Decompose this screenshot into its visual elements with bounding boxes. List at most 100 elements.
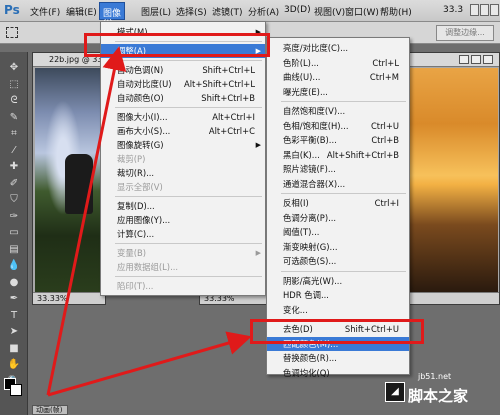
menu-item[interactable]: 色调分离(P)...	[267, 211, 409, 225]
menu-item[interactable]: 色调均化(Q)	[267, 366, 409, 380]
eyedropper-icon[interactable]: ⁄	[6, 143, 22, 158]
close-icon[interactable]	[490, 4, 499, 16]
menu-item[interactable]: 复制(D)...	[101, 199, 265, 213]
menu-item-label: 显示全部(V)	[117, 182, 163, 192]
menu-item-label: 应用数据组(L)...	[117, 262, 179, 272]
menu-select[interactable]: 选择(S)	[176, 5, 207, 18]
lasso-icon[interactable]: ᘓ	[6, 93, 22, 108]
menu-item-label: 曝光度(E)...	[283, 86, 328, 97]
menu-view[interactable]: 视图(V)	[314, 5, 345, 18]
menu-item[interactable]: 色阶(L)... Ctrl+L	[267, 56, 409, 70]
tools-panel: ✥⬚ᘓ✎⌗⁄✚✐⛉✑▭▤💧●✒T➤■✋🔍	[0, 52, 28, 415]
doc-close-icon[interactable]	[483, 55, 493, 64]
menu-item[interactable]: 替换颜色(R)...	[267, 351, 409, 365]
menu-layer[interactable]: 图层(L)	[141, 5, 171, 18]
menu-item[interactable]: 裁切(R)...	[101, 166, 265, 180]
type-icon[interactable]: T	[6, 308, 22, 323]
menu-separator	[115, 243, 262, 244]
history-brush-icon[interactable]: ✑	[6, 209, 22, 224]
menu-item[interactable]: 自然饱和度(V)...	[267, 104, 409, 118]
hand-icon[interactable]: ✋	[6, 357, 22, 372]
dodge-icon[interactable]: ●	[6, 275, 22, 290]
menu-file[interactable]: 文件(F)	[30, 5, 60, 18]
menu-item-shortcut: Alt+Ctrl+I	[212, 112, 255, 122]
gradient-icon[interactable]: ▤	[6, 242, 22, 257]
menu-item[interactable]: 自动对比度(U) Alt+Shift+Ctrl+L	[101, 77, 265, 91]
zoom-readout[interactable]: 33.3	[443, 5, 463, 15]
minimize-icon[interactable]	[470, 4, 479, 16]
photoshop-window: Ps 文件(F) 编辑(E) 图像(I) 图层(L) 选择(S) 滤镜(T) 分…	[0, 0, 500, 415]
menu-item[interactable]: 可选颜色(S)...	[267, 254, 409, 268]
menu-item[interactable]: 图像大小(I)... Alt+Ctrl+I	[101, 110, 265, 124]
menu-item-label: 自动颜色(O)	[117, 93, 164, 103]
menu-item[interactable]: 画布大小(S)... Alt+Ctrl+C	[101, 124, 265, 138]
menu-item-shortcut: Ctrl+M	[369, 72, 399, 82]
menu-item[interactable]: 曝光度(E)...	[267, 85, 409, 99]
menu-3d[interactable]: 3D(D)	[284, 5, 311, 15]
menu-item[interactable]: 图像旋转(G) ▶	[101, 138, 265, 152]
menu-item[interactable]: 色相/饱和度(H)... Ctrl+U	[267, 119, 409, 133]
doc-maximize-icon[interactable]	[471, 55, 481, 64]
menu-separator	[281, 193, 406, 194]
pen-icon[interactable]: ✒	[6, 291, 22, 306]
menu-separator	[115, 276, 262, 277]
menu-window[interactable]: 窗口(W)	[345, 5, 379, 18]
maximize-icon[interactable]	[480, 4, 489, 16]
doc-minimize-icon[interactable]	[459, 55, 469, 64]
menu-item[interactable]: 照片滤镜(F)...	[267, 162, 409, 176]
menu-help[interactable]: 帮助(H)	[380, 5, 412, 18]
background-color-swatch[interactable]	[10, 384, 22, 396]
menu-item[interactable]: 黑白(K)... Alt+Shift+Ctrl+B	[267, 148, 409, 162]
menu-item[interactable]: 应用图像(Y)...	[101, 213, 265, 227]
menu-item[interactable]: 阈值(T)...	[267, 225, 409, 239]
blur-icon[interactable]: 💧	[6, 258, 22, 273]
menu-item-label: 自动对比度(U)	[117, 79, 172, 89]
submenu-arrow-icon: ▶	[255, 141, 261, 149]
menu-item-shortcut: Shift+Ctrl+L	[202, 65, 255, 75]
menu-item-label: 可选颜色(S)...	[283, 256, 337, 266]
menu-item-label: 渐变映射(G)...	[283, 241, 338, 252]
menu-analysis[interactable]: 分析(A)	[248, 5, 279, 18]
watermark-logo-icon: ◢	[385, 382, 405, 402]
eraser-icon[interactable]: ▭	[6, 225, 22, 240]
menu-item[interactable]: 自动色调(N) Shift+Ctrl+L	[101, 63, 265, 77]
menu-edit[interactable]: 编辑(E)	[66, 5, 97, 18]
arrow-to-match-color	[47, 331, 252, 397]
menu-item-shortcut: Alt+Shift+Ctrl+L	[184, 79, 255, 89]
menu-item[interactable]: 变化...	[267, 303, 409, 317]
animation-panel-tab[interactable]: 动画(帧)	[32, 405, 68, 415]
brush-icon[interactable]: ✐	[6, 176, 22, 191]
shape-icon[interactable]: ■	[6, 341, 22, 356]
move-icon[interactable]: ✥	[6, 60, 22, 75]
photoshop-logo: Ps	[4, 3, 20, 17]
document-window-1[interactable]: 22b.jpg @ 33.3% (RGB/8#) 33.33%	[32, 52, 106, 305]
menu-item-shortcut: Ctrl+L	[372, 57, 399, 68]
menu-item-label: 变化...	[283, 304, 308, 315]
menu-item[interactable]: 阴影/高光(W)...	[267, 274, 409, 288]
menu-item[interactable]: 色彩平衡(B)... Ctrl+B	[267, 133, 409, 147]
crop-icon[interactable]: ⌗	[6, 126, 22, 141]
menu-item[interactable]: 亮度/对比度(C)...	[267, 41, 409, 55]
menu-item-label: 自然饱和度(V)...	[283, 106, 346, 116]
marquee-icon[interactable]: ⬚	[6, 77, 22, 92]
menu-item-label: 色调分离(P)...	[283, 212, 337, 223]
menu-item[interactable]: 曲线(U)... Ctrl+M	[267, 70, 409, 84]
healing-icon[interactable]: ✚	[6, 159, 22, 174]
annotation-box-adjust	[84, 33, 270, 57]
refine-edge-button[interactable]: 调整边缘...	[436, 25, 494, 41]
document-zoom-1[interactable]: 33.33%	[33, 292, 105, 304]
marquee-options-icon[interactable]	[6, 27, 18, 38]
photo-girl-in-flowers	[35, 68, 105, 292]
path-select-icon[interactable]: ➤	[6, 324, 22, 339]
menu-item[interactable]: 反相(I) Ctrl+I	[267, 196, 409, 210]
stamp-icon[interactable]: ⛉	[6, 192, 22, 207]
menu-filter[interactable]: 滤镜(T)	[212, 5, 243, 18]
menu-item[interactable]: 自动颜色(O) Shift+Ctrl+B	[101, 91, 265, 105]
menu-item[interactable]: 通道混合器(X)...	[267, 177, 409, 191]
watermark-url: jb51.net	[418, 372, 452, 381]
menu-item[interactable]: 计算(C)...	[101, 227, 265, 241]
menu-item[interactable]: 渐变映射(G)...	[267, 240, 409, 254]
menu-item[interactable]: HDR 色调...	[267, 288, 409, 302]
menu-image[interactable]: 图像(I)	[99, 2, 125, 29]
quick-select-icon[interactable]: ✎	[6, 110, 22, 125]
